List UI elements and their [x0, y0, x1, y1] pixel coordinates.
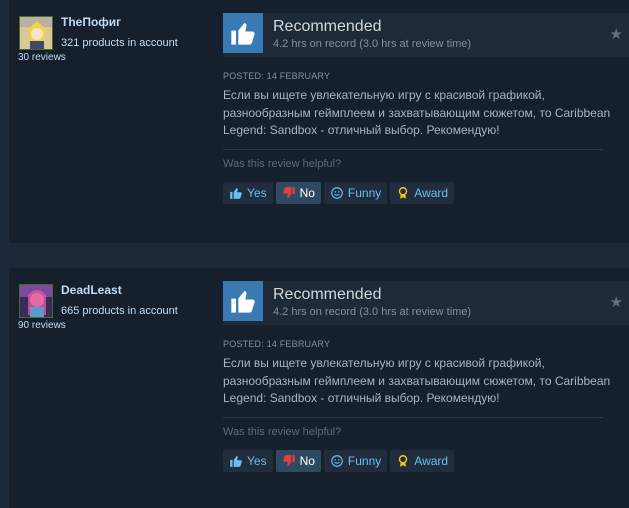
funny-label: Funny — [347, 454, 382, 468]
award-icon — [396, 454, 410, 468]
vote-buttons: Yes No Funny Award — [223, 450, 455, 472]
star-icon[interactable]: ★ — [610, 25, 623, 43]
award-label: Award — [414, 454, 449, 468]
avatar[interactable] — [19, 16, 53, 50]
thumbs-up-icon[interactable] — [223, 13, 263, 53]
yes-label: Yes — [247, 454, 267, 468]
award-icon — [396, 186, 410, 200]
review-text: Если вы ищете увлекательную игру с краси… — [223, 88, 611, 137]
username[interactable]: DeadLeast — [61, 283, 122, 297]
yes-button[interactable]: Yes — [223, 450, 273, 472]
recommendation-title[interactable]: Recommended — [273, 286, 382, 304]
avatar[interactable] — [19, 284, 53, 318]
products-count[interactable]: 321 products in account — [61, 37, 178, 49]
thumbs-up-small-icon — [229, 186, 243, 200]
funny-label: Funny — [347, 186, 382, 200]
reviews-count[interactable]: 90 reviews — [18, 320, 66, 331]
funny-button[interactable]: Funny — [323, 182, 388, 204]
divider — [223, 417, 603, 418]
hours-on-record: 4.2 hrs on record (3.0 hrs at review tim… — [273, 306, 472, 318]
thumbs-down-icon — [282, 186, 296, 200]
helpful-prompt: Was this review helpful? — [223, 426, 342, 438]
thumbs-up-small-icon — [229, 454, 243, 468]
posted-date: POSTED: 14 FEBRUARY — [223, 71, 331, 81]
no-label: No — [299, 186, 315, 200]
review-card: TheПофиг 321 products in account 30 revi… — [9, 0, 629, 243]
yes-button[interactable]: Yes — [223, 182, 273, 204]
divider — [223, 149, 603, 150]
hours-on-record: 4.2 hrs on record (3.0 hrs at review tim… — [273, 38, 472, 50]
smiley-icon — [330, 186, 344, 200]
products-count[interactable]: 665 products in account — [61, 305, 178, 317]
review-header: Recommended 4.2 hrs on record (3.0 hrs a… — [223, 281, 629, 325]
award-button[interactable]: Award — [390, 450, 455, 472]
award-button[interactable]: Award — [390, 182, 455, 204]
reviews-count[interactable]: 30 reviews — [18, 52, 66, 63]
recommendation-title[interactable]: Recommended — [273, 18, 382, 36]
review-header: Recommended 4.2 hrs on record (3.0 hrs a… — [223, 13, 629, 57]
thumbs-down-icon — [282, 454, 296, 468]
yes-label: Yes — [247, 186, 267, 200]
vote-buttons: Yes No Funny Award — [223, 182, 455, 204]
award-label: Award — [414, 186, 449, 200]
no-label: No — [299, 454, 315, 468]
helpful-prompt: Was this review helpful? — [223, 158, 342, 170]
no-button[interactable]: No — [275, 182, 321, 204]
no-button[interactable]: No — [275, 450, 321, 472]
posted-date: POSTED: 14 FEBRUARY — [223, 339, 331, 349]
username[interactable]: TheПофиг — [61, 15, 121, 29]
review-card: DeadLeast 665 products in account 90 rev… — [9, 268, 629, 508]
review-text: Если вы ищете увлекательную игру с краси… — [223, 356, 611, 405]
thumbs-up-icon[interactable] — [223, 281, 263, 321]
smiley-icon — [330, 454, 344, 468]
funny-button[interactable]: Funny — [323, 450, 388, 472]
star-icon[interactable]: ★ — [610, 293, 623, 311]
